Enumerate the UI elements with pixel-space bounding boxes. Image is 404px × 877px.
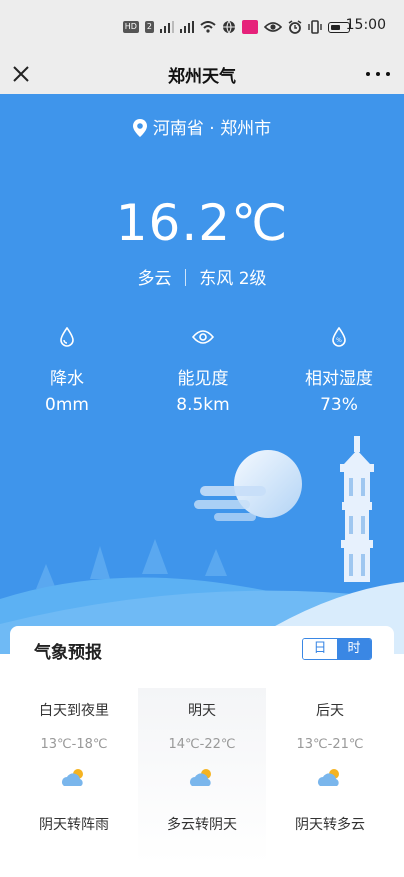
forecast-temp-range: 14℃-22℃: [168, 737, 236, 752]
forecast-day-label: 明天: [188, 703, 216, 719]
metric-precipitation: 降水 0mm: [2, 322, 132, 415]
partly-cloudy-icon: [62, 769, 83, 786]
more-options-icon[interactable]: [366, 66, 390, 82]
forecast-day-label: 白天到夜里: [39, 703, 109, 719]
forecast-desc: 阴天转阵雨: [39, 817, 109, 833]
raindrop-icon: [60, 327, 74, 347]
clock-time: 15:00: [345, 17, 386, 33]
humidity-icon: %: [332, 327, 346, 347]
title-bar: 郑州天气: [0, 54, 404, 94]
eye-status-icon: [264, 22, 282, 32]
vibrate-icon: [308, 20, 322, 34]
forecast-desc: 多云转阴天: [167, 817, 237, 833]
partly-cloudy-icon: [190, 769, 211, 786]
current-temperature: 16.2℃: [115, 194, 289, 252]
signal-icon-2: [180, 21, 194, 33]
sim-badge: 2: [144, 21, 154, 33]
eye-icon: [192, 330, 214, 344]
location-pin-icon: [132, 119, 147, 137]
forecast-temp-range: 13℃-21℃: [296, 737, 364, 752]
forecast-card: 气象预报 日 时 白天到夜里 13℃-18℃ 阴天转阵雨 明天 14℃-22℃ …: [10, 626, 394, 872]
metric-label: 相对湿度: [305, 369, 373, 389]
metric-label: 降水: [50, 369, 84, 389]
hd-badge: HD: [122, 21, 139, 33]
globe-icon: [223, 20, 235, 34]
forecast-day[interactable]: 白天到夜里 13℃-18℃ 阴天转阵雨: [10, 688, 138, 864]
weather-hero: 河南省 · 郑州市 16.2℃ 多云 ｜ 东风 2级 降水 0mm 能见度 8.…: [0, 94, 404, 654]
wifi-icon: [200, 21, 216, 33]
metric-value: 0mm: [45, 395, 89, 415]
status-icons: HD 2: [122, 19, 350, 35]
metric-value: 73%: [320, 395, 358, 415]
day-hour-toggle[interactable]: 日 时: [302, 638, 372, 660]
forecast-desc: 阴天转多云: [295, 817, 365, 833]
app-notification-icon: [242, 20, 258, 34]
status-bar: HD 2 15:00: [0, 0, 404, 54]
location-label: 河南省 · 郑州市: [0, 114, 404, 139]
forecast-day[interactable]: 后天 13℃-21℃ 阴天转多云: [266, 688, 394, 864]
metric-visibility: 能见度 8.5km: [138, 322, 268, 415]
toggle-hour[interactable]: 时: [337, 639, 371, 659]
toggle-day[interactable]: 日: [303, 639, 337, 659]
alarm-icon: [288, 20, 302, 34]
svg-text:%: %: [336, 337, 342, 344]
signal-icon: [160, 21, 174, 33]
forecast-day-label: 后天: [316, 703, 344, 719]
metric-humidity: % 相对湿度 73%: [274, 322, 404, 415]
metric-label: 能见度: [177, 369, 229, 389]
forecast-temp-range: 13℃-18℃: [40, 737, 108, 752]
page-title: 郑州天气: [168, 67, 236, 87]
weather-condition: 多云 ｜ 东风 2级: [137, 269, 267, 289]
location-text: 河南省 · 郑州市: [152, 119, 272, 139]
forecast-title: 气象预报: [34, 643, 102, 663]
metric-value: 8.5km: [176, 395, 230, 415]
forecast-day[interactable]: 明天 14℃-22℃ 多云转阴天: [138, 688, 266, 864]
partly-cloudy-icon: [318, 769, 339, 786]
